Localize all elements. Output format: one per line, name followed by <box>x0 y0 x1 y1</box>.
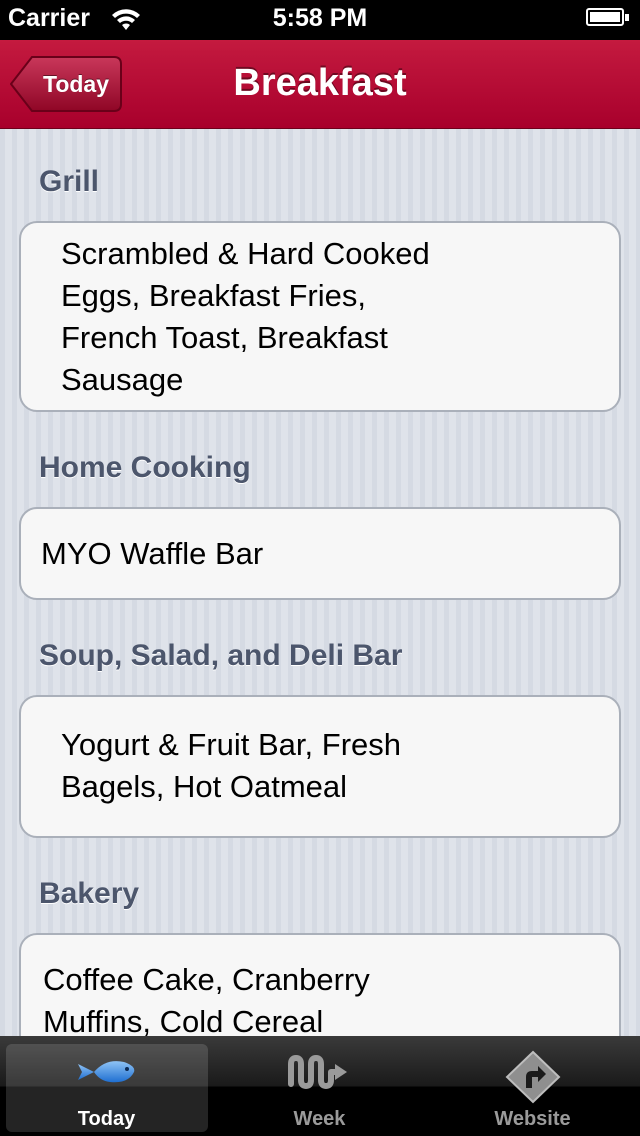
menu-line: Coffee Cake, Cranberry <box>43 962 370 997</box>
menu-line: Muffins, Cold Cereal <box>43 1004 324 1036</box>
menu-card-grill: Scrambled & Hard Cooked Eggs, Breakfast … <box>19 221 621 412</box>
menu-items-soup-salad-deli: Yogurt & Fruit Bar, Fresh Bagels, Hot Oa… <box>61 724 401 808</box>
menu-line: Bagels, Hot Oatmeal <box>61 769 348 804</box>
menu-items-grill: Scrambled & Hard Cooked Eggs, Breakfast … <box>61 233 430 401</box>
tab-label-today: Today <box>77 1108 136 1130</box>
tab-label-website: Website <box>494 1108 571 1130</box>
battery-icon <box>586 8 630 28</box>
menu-items-home-cooking: MYO Waffle Bar <box>41 533 263 575</box>
section-header-soup-salad-deli: Soup, Salad, and Deli Bar <box>39 639 403 672</box>
menu-card-soup-salad-deli: Yogurt & Fruit Bar, Fresh Bagels, Hot Oa… <box>19 695 621 838</box>
directions-sign-icon <box>505 1050 560 1104</box>
page-title: Breakfast <box>233 62 407 104</box>
tab-website[interactable]: Website <box>426 1036 639 1136</box>
status-time: 5:58 PM <box>272 4 368 32</box>
menu-line: Yogurt & Fruit Bar, Fresh <box>61 727 402 762</box>
menu-card-bakery: Coffee Cake, Cranberry Muffins, Cold Cer… <box>19 933 621 1036</box>
section-header-grill: Grill <box>39 165 100 198</box>
wave-arrow-icon <box>287 1055 347 1089</box>
menu-list[interactable]: Grill Scrambled & Hard Cooked Eggs, Brea… <box>0 129 640 1036</box>
section-header-bakery: Bakery <box>39 877 140 910</box>
fish-icon <box>77 1061 134 1083</box>
section-header-home-cooking: Home Cooking <box>39 451 251 484</box>
tab-bar: Today Week Website <box>0 1036 640 1136</box>
tab-today[interactable]: Today <box>0 1036 213 1136</box>
menu-line: Sausage <box>61 362 184 397</box>
menu-card-home-cooking: MYO Waffle Bar <box>19 507 621 600</box>
navigation-bar: Today Breakfast <box>0 40 640 129</box>
menu-line: Scrambled & Hard Cooked <box>61 236 430 271</box>
menu-items-bakery: Coffee Cake, Cranberry Muffins, Cold Cer… <box>43 959 370 1036</box>
menu-line: Eggs, Breakfast Fries, <box>61 278 366 313</box>
menu-line: French Toast, Breakfast <box>61 320 388 355</box>
tab-week[interactable]: Week <box>213 1036 426 1136</box>
menu-line: MYO Waffle Bar <box>41 536 264 571</box>
status-bar: Carrier 5:58 PM <box>0 0 640 40</box>
tab-label-week: Week <box>293 1108 346 1130</box>
